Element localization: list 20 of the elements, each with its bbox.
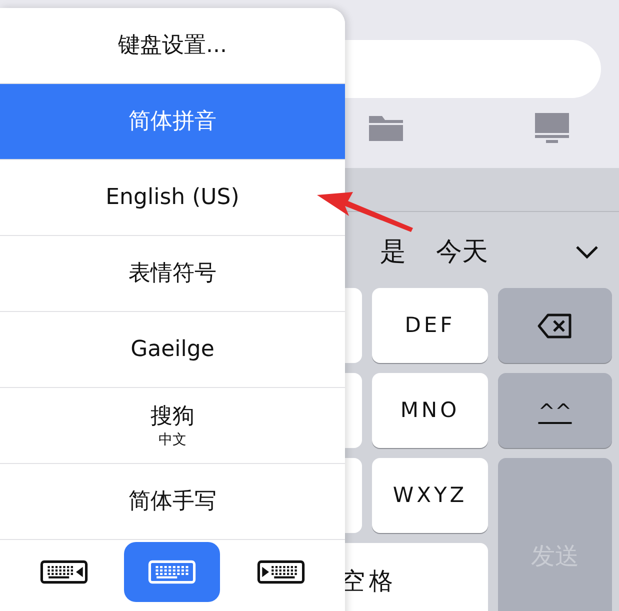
monitor-icon [534,112,570,144]
emoticon-key[interactable]: ^^ [498,373,612,448]
letter-key[interactable]: WXYZ [372,458,488,533]
candidate-word[interactable]: 今天 [436,232,488,272]
menu-item[interactable]: Gaeilge [0,312,345,388]
candidate-word[interactable]: 是 [380,232,406,272]
menu-item[interactable]: 简体手写 [0,464,345,540]
keyboard-icon [256,558,305,586]
keyboard-icon [148,558,196,586]
menu-item[interactable]: 搜狗 中文 [0,388,345,464]
keyboard-icon [40,558,88,586]
letter-key[interactable]: DEF [372,288,488,363]
menu-item[interactable]: English (US) [0,160,345,236]
delete-key[interactable] [498,288,612,363]
delete-icon [537,312,573,338]
chevron-down-icon[interactable] [575,245,599,259]
menu-item[interactable]: 表情符号 [0,236,345,312]
menu-item[interactable]: 简体拼音 [0,84,345,160]
letter-key[interactable]: MNO [372,373,488,448]
menu-item[interactable]: 键盘设置... [0,8,345,84]
